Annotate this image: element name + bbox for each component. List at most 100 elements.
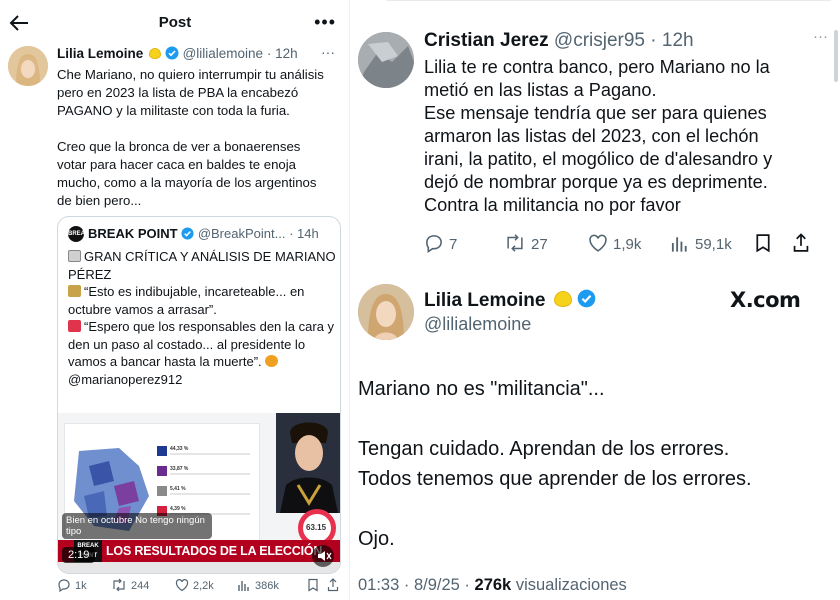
post-text: Che Mariano, no quiero interrumpir tu an… bbox=[57, 67, 324, 208]
quote-author-handle: @BreakPoint... bbox=[197, 226, 286, 241]
author-name[interactable]: Lilia Lemoine bbox=[424, 290, 545, 311]
result-row: 33,87 % bbox=[157, 466, 257, 478]
post-time[interactable]: 12h bbox=[275, 46, 298, 61]
video-caption: Bien en octubre No tengo ningún tipo bbox=[62, 513, 212, 539]
like-icon bbox=[175, 579, 189, 592]
video-duration: 2:19 bbox=[62, 547, 96, 563]
divider bbox=[387, 0, 831, 1]
views-count: 276k bbox=[474, 576, 512, 594]
post-author: Lilia Lemoine bbox=[424, 289, 596, 314]
views-icon bbox=[238, 581, 249, 591]
quote-line-3-text: “Espero que los responsables den la cara… bbox=[68, 319, 335, 369]
presenter-camera bbox=[276, 413, 340, 513]
post-header: Post ••• bbox=[0, 0, 350, 44]
repost-count: 27 bbox=[531, 236, 548, 253]
separator: · bbox=[650, 30, 657, 51]
lemon-icon bbox=[553, 291, 572, 307]
reply-count: 7 bbox=[449, 236, 458, 253]
reply-actions: 7 27 1,9k 59,1k bbox=[424, 233, 834, 255]
repost-count: 244 bbox=[131, 580, 150, 592]
views-icon bbox=[671, 237, 687, 252]
quote-line-3: “Espero que los responsables den la cara… bbox=[68, 318, 336, 371]
result-row: 5,41 % bbox=[157, 486, 257, 498]
quote-line-2-text: “Esto es indibujable, incareteable... en… bbox=[68, 284, 305, 317]
result-pct: 33,87 % bbox=[170, 466, 189, 472]
post-footer: 01:33 · 8/9/25 · 276k visualizaciones bbox=[358, 576, 627, 595]
author-name[interactable]: Lilia Lemoine bbox=[57, 46, 143, 61]
result-row: 44,33 % bbox=[157, 446, 257, 458]
bookmark-button[interactable] bbox=[754, 233, 777, 253]
bookmark-icon bbox=[308, 578, 318, 592]
repost-button[interactable]: 244 bbox=[111, 578, 149, 592]
share-button[interactable] bbox=[327, 578, 343, 592]
like-count: 1,9k bbox=[613, 236, 642, 253]
post-timestamp[interactable]: 01:33 · 8/9/25 · bbox=[358, 576, 470, 594]
avatar[interactable] bbox=[358, 284, 414, 340]
reply-button[interactable]: 7 bbox=[424, 233, 458, 254]
reply-button[interactable]: 1k bbox=[57, 578, 87, 593]
banner-text: LOS RESULTADOS DE LA ELECCIÓN bbox=[106, 544, 323, 558]
bookmark-button[interactable] bbox=[307, 578, 323, 592]
repost-icon bbox=[113, 578, 125, 592]
like-count: 2,2k bbox=[193, 580, 214, 592]
share-icon bbox=[327, 578, 339, 592]
more-icon[interactable]: ··· bbox=[813, 28, 828, 45]
quote-time: 14h bbox=[297, 226, 319, 241]
verified-icon bbox=[181, 227, 194, 243]
author-name[interactable]: Cristian Jerez bbox=[424, 30, 549, 51]
views-button[interactable]: 386k bbox=[237, 578, 279, 592]
reply-author: Cristian Jerez @crisjer95 · 12h bbox=[424, 30, 694, 52]
post-actions: 1k 244 2,2k 386k bbox=[57, 578, 342, 596]
views-button[interactable]: 59,1k bbox=[670, 233, 732, 253]
x-logo: X.com bbox=[730, 288, 801, 312]
quote-line-1: GRAN CRÍTICA Y ANÁLISIS DE MARIANO PÉREZ bbox=[68, 248, 336, 283]
reply-text: Lilia te re contra banco, pero Mariano n… bbox=[424, 57, 773, 215]
verified-icon bbox=[577, 289, 596, 314]
author-handle[interactable]: @lilialemoine bbox=[183, 46, 264, 61]
video-thumbnail[interactable]: 44,33 % 33,87 % 5,41 % 4,39 % 63.15 Bien… bbox=[58, 413, 340, 573]
result-pct: 4,39 % bbox=[170, 506, 186, 512]
repost-button[interactable]: 27 bbox=[504, 233, 548, 253]
gauge-value: 63.15 bbox=[306, 523, 327, 532]
quote-line-1-text: GRAN CRÍTICA Y ANÁLISIS DE MARIANO PÉREZ bbox=[68, 249, 336, 282]
quoted-post[interactable]: BREAK BREAK POINT @BreakPoint... · 14h G… bbox=[57, 216, 341, 574]
lion-icon bbox=[265, 355, 279, 367]
quote-author: BREAK POINT @BreakPoint... · 14h bbox=[88, 226, 319, 243]
like-button[interactable]: 1,9k bbox=[588, 233, 641, 253]
author-handle[interactable]: @crisjer95 bbox=[554, 30, 645, 51]
quote-author-name: BREAK POINT bbox=[88, 226, 178, 241]
verified-icon bbox=[165, 46, 179, 63]
avatar[interactable] bbox=[8, 46, 48, 86]
result-pct: 44,33 % bbox=[170, 446, 189, 452]
separator: · bbox=[266, 46, 272, 61]
like-icon bbox=[589, 234, 607, 252]
more-icon[interactable]: ••• bbox=[314, 12, 336, 33]
newspaper-icon bbox=[68, 250, 81, 262]
post-text: Mariano no es "militancia"... Tengan cui… bbox=[358, 378, 752, 550]
like-button[interactable]: 2,2k bbox=[175, 578, 214, 592]
views-count: 386k bbox=[255, 580, 279, 592]
reply-icon bbox=[58, 579, 70, 593]
right-thread-panel: Cristian Jerez @crisjer95 · 12h ··· Lili… bbox=[352, 0, 840, 600]
quote-mention[interactable]: @marianoperez912 bbox=[68, 371, 336, 389]
separator: · bbox=[289, 226, 294, 241]
lemon-icon bbox=[149, 48, 162, 59]
bookmark-icon bbox=[756, 234, 770, 253]
scrollbar[interactable] bbox=[834, 30, 838, 82]
more-icon[interactable]: ··· bbox=[321, 44, 335, 60]
alert-icon bbox=[68, 320, 81, 332]
volume-icon[interactable] bbox=[312, 545, 334, 567]
quote-avatar: BREAK bbox=[68, 226, 89, 242]
share-button[interactable] bbox=[792, 233, 815, 253]
repost-icon bbox=[507, 234, 523, 252]
views-count: 59,1k bbox=[695, 236, 732, 253]
post-author: Lilia Lemoine @lilialemoine · 12h bbox=[57, 46, 298, 63]
page-title: Post bbox=[158, 14, 192, 31]
quote-line-2: “Esto es indibujable, incareteable... en… bbox=[68, 283, 336, 318]
reply-count: 1k bbox=[75, 580, 87, 592]
author-handle[interactable]: @lilialemoine bbox=[424, 314, 531, 335]
avatar[interactable] bbox=[358, 32, 414, 88]
video-ticker bbox=[58, 562, 340, 573]
post-time[interactable]: 12h bbox=[662, 30, 694, 51]
result-pct: 5,41 % bbox=[170, 486, 186, 492]
